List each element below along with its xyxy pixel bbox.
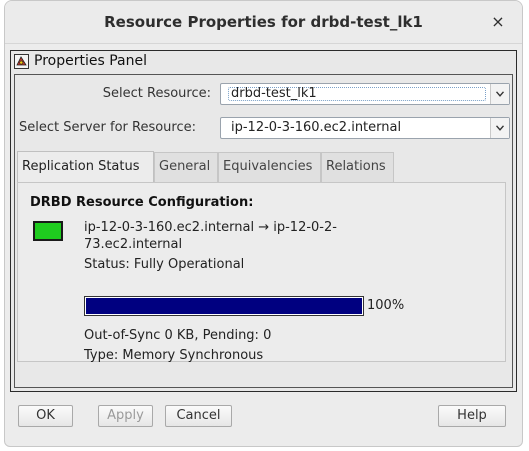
select-resource-dropdown-button[interactable] (490, 84, 509, 104)
resource-properties-dialog: Resource Properties for drbd-test_lk1 × … (4, 0, 523, 447)
replication-path-line2: 73.ec2.internal (84, 237, 183, 252)
sync-type-text: Type: Memory Synchronous (84, 348, 264, 363)
replication-path-line1: ip-12-0-3-160.ec2.internal → ip-12-0-2- (84, 220, 337, 235)
properties-panel-icon (14, 54, 29, 69)
chevron-down-icon (496, 125, 504, 131)
tab-general[interactable]: General (154, 152, 218, 182)
properties-panel: Properties Panel Select Resource: drbd-t… (10, 50, 517, 392)
apply-button[interactable]: Apply (98, 405, 153, 427)
status-indicator (33, 221, 63, 241)
select-server-combo[interactable]: ip-12-0-3-160.ec2.internal (220, 117, 510, 139)
select-server-value: ip-12-0-3-160.ec2.internal (231, 120, 402, 135)
sync-progress-label: 100% (367, 298, 405, 313)
sync-progress-bar (84, 296, 364, 316)
select-resource-label: Select Resource: (102, 86, 211, 101)
ok-button[interactable]: OK (18, 405, 73, 427)
drbd-config-heading: DRBD Resource Configuration: (30, 195, 254, 210)
replication-status-text: Status: Fully Operational (84, 257, 245, 272)
select-server-dropdown-button[interactable] (490, 118, 509, 138)
properties-panel-header: Properties Panel (11, 51, 516, 73)
chevron-down-icon (496, 91, 504, 97)
select-resource-combo[interactable]: drbd-test_lk1 (220, 83, 510, 105)
properties-panel-title: Properties Panel (34, 53, 147, 69)
cancel-button[interactable]: Cancel (165, 405, 232, 427)
sync-progress-fill (86, 298, 362, 314)
replication-status-panel: DRBD Resource Configuration: ip-12-0-3-1… (17, 182, 506, 363)
tab-relations[interactable]: Relations (321, 152, 394, 182)
help-button[interactable]: Help (438, 405, 506, 427)
select-resource-value: drbd-test_lk1 (231, 86, 317, 101)
tab-replication-status[interactable]: Replication Status (17, 151, 154, 182)
close-button[interactable]: × (488, 12, 508, 32)
tab-equivalencies[interactable]: Equivalencies (218, 152, 321, 182)
dialog-title: Resource Properties for drbd-test_lk1 (104, 13, 423, 31)
tab-area: Replication Status General Equivalencies… (17, 151, 506, 364)
sync-info-text: Out-of-Sync 0 KB, Pending: 0 (84, 328, 272, 343)
title-bar[interactable]: Resource Properties for drbd-test_lk1 × (5, 1, 522, 44)
select-server-label: Select Server for Resource: (19, 120, 197, 135)
